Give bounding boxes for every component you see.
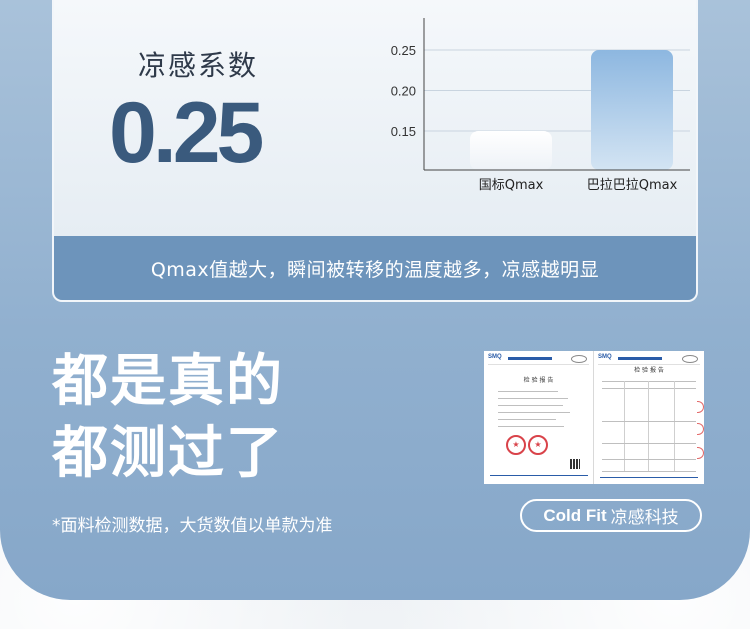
- badge-text: 凉感科技: [610, 508, 679, 528]
- qmax-chart: 0.15 0.20 0.25 国标Qmax 巴拉巴拉Qmax: [391, 18, 690, 193]
- caption-text: Qmax值越大，瞬间被转移的温度越多，凉感越明显: [150, 258, 600, 281]
- report-seal-icon: [571, 355, 587, 363]
- cooling-coefficient-card: 凉感系数 0.25 0.15 0.20 0.25 国标Qmax 巴拉巴拉Qmax Qm…: [52, 0, 698, 302]
- y-tick-label: 0.15: [391, 124, 416, 139]
- red-stamp-icon: ★: [506, 435, 526, 455]
- report-title-1: 检 验 报 告: [523, 377, 554, 384]
- bar: [591, 50, 673, 170]
- footnote: *面料检测数据，大货数值以单款为准: [52, 516, 333, 536]
- report-page-1: SMQ 检 验 报 告 ★ ★: [484, 351, 594, 484]
- report-page-2: SMQ 检 验 报 告: [594, 351, 704, 484]
- headline-line-1: 都是真的: [52, 349, 284, 414]
- bar: [470, 131, 552, 170]
- y-tick-label: 0.25: [391, 43, 416, 58]
- y-tick-label: 0.20: [391, 84, 416, 99]
- badge-brand: Cold Fit: [543, 505, 607, 525]
- content-panel: 凉感系数 0.25 0.15 0.20 0.25 国标Qmax 巴拉巴拉Qmax Qm…: [0, 0, 750, 600]
- report-title-2: 检 验 报 告: [634, 367, 664, 374]
- report-seal-icon: [682, 355, 698, 363]
- report-logo: SMQ: [488, 354, 502, 360]
- card-top: 凉感系数 0.25 0.15 0.20 0.25 国标Qmax 巴拉巴拉Qmax: [54, 0, 696, 236]
- cold-fit-badge: Cold Fit 凉感科技: [520, 499, 702, 532]
- red-stamp-icon: ★: [528, 435, 548, 455]
- qr-code-icon: [570, 459, 580, 469]
- metric-label: 凉感系数: [138, 49, 259, 82]
- caption-bar: Qmax值越大，瞬间被转移的温度越多，凉感越明显: [54, 236, 696, 300]
- report-logo: SMQ: [598, 354, 612, 360]
- headline-line-2: 都测过了: [52, 421, 284, 486]
- test-report-image: SMQ 检 验 报 告 ★ ★ SMQ 检 验 报 告: [484, 351, 704, 484]
- x-category-label: 国标Qmax: [479, 178, 544, 193]
- metric-value: 0.25: [109, 85, 264, 181]
- x-category-label: 巴拉巴拉Qmax: [587, 178, 678, 193]
- headline: 都是真的 都测过了: [52, 346, 284, 490]
